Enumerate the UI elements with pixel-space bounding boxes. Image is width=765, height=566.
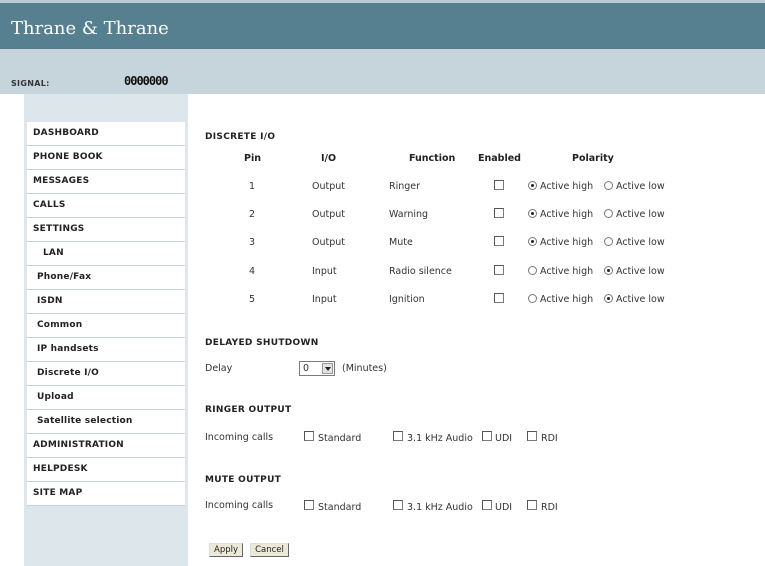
sidebar-item-common[interactable]: Common xyxy=(27,314,185,338)
delayed-shutdown-title: DELAYED SHUTDOWN xyxy=(205,338,319,348)
pin-5-function: Ignition xyxy=(389,294,425,305)
pin-3-function: Mute xyxy=(389,237,413,248)
sidebar-item-site-map[interactable]: SITE MAP xyxy=(27,482,185,506)
pin-4-io: Input xyxy=(312,266,337,277)
pin-3-enabled-checkbox[interactable] xyxy=(494,236,504,246)
signal-strength-indicator: 0000000 xyxy=(124,74,169,88)
pin-2-polarity-low[interactable]: Active low xyxy=(604,209,665,220)
pin-3-polarity-high[interactable]: Active high xyxy=(528,237,593,248)
pin-5-polarity-high[interactable]: Active high xyxy=(528,294,593,305)
ringer-incoming-calls-label: Incoming calls xyxy=(205,432,274,443)
pin-4-number: 4 xyxy=(249,266,256,277)
radio-icon xyxy=(528,181,537,190)
sidebar-item-satellite-selection[interactable]: Satellite selection xyxy=(27,410,185,434)
pin-3-polarity-low[interactable]: Active low xyxy=(604,237,665,248)
pin-1-number: 1 xyxy=(249,181,256,192)
sidebar-item-administration[interactable]: ADMINISTRATION xyxy=(27,434,185,458)
pin-3-number: 3 xyxy=(249,237,256,248)
pin-2-io: Output xyxy=(312,209,345,220)
pin-5-number: 5 xyxy=(249,294,256,305)
pin-4-polarity-high[interactable]: Active high xyxy=(528,266,593,277)
delay-label: Delay xyxy=(205,363,233,374)
cancel-button[interactable]: Cancel xyxy=(250,543,289,557)
sidebar-item-calls[interactable]: CALLS xyxy=(27,194,185,218)
pin-2-number: 2 xyxy=(249,209,256,220)
pin-1-polarity-low[interactable]: Active low xyxy=(604,181,665,192)
header-banner: Thrane & Thrane xyxy=(0,3,765,49)
mute-standard-label: Standard xyxy=(318,502,362,513)
pin-4-polarity-low[interactable]: Active low xyxy=(604,266,665,277)
radio-icon xyxy=(528,294,537,303)
radio-icon xyxy=(528,237,537,246)
sidebar-menu: DASHBOARD PHONE BOOK MESSAGES CALLS SETT… xyxy=(27,122,185,506)
pin-5-io: Input xyxy=(312,294,337,305)
ringer-audio-checkbox[interactable] xyxy=(393,431,403,441)
mute-incoming-calls-label: Incoming calls xyxy=(205,500,274,511)
radio-icon xyxy=(604,209,613,218)
radio-icon xyxy=(528,266,537,275)
col-header-pin: Pin xyxy=(244,153,261,164)
sidebar-item-phone-fax[interactable]: Phone/Fax xyxy=(27,266,185,290)
radio-icon xyxy=(604,181,613,190)
mute-udi-label: UDI xyxy=(495,502,513,513)
logo: Thrane & Thrane xyxy=(11,18,169,39)
mute-rdi-label: RDI xyxy=(541,502,558,513)
ringer-udi-checkbox[interactable] xyxy=(482,431,492,441)
col-header-function: Function xyxy=(409,153,456,164)
signal-label: SIGNAL: xyxy=(11,79,50,88)
pin-1-polarity-high[interactable]: Active high xyxy=(528,181,593,192)
pin-1-function: Ringer xyxy=(389,181,421,192)
sidebar-item-dashboard[interactable]: DASHBOARD xyxy=(27,122,185,146)
chevron-down-icon xyxy=(322,363,333,374)
mute-udi-checkbox[interactable] xyxy=(482,500,492,510)
ringer-audio-label: 3.1 kHz Audio xyxy=(407,433,473,444)
pin-2-function: Warning xyxy=(389,209,429,220)
pin-2-enabled-checkbox[interactable] xyxy=(494,208,504,218)
delay-unit: (Minutes) xyxy=(342,363,387,374)
mute-rdi-checkbox[interactable] xyxy=(527,500,537,510)
delay-select[interactable]: 0 xyxy=(299,361,335,376)
pin-1-io: Output xyxy=(312,181,345,192)
sidebar-item-helpdesk[interactable]: HELPDESK xyxy=(27,458,185,482)
ringer-output-title: RINGER OUTPUT xyxy=(205,405,292,415)
ringer-standard-checkbox[interactable] xyxy=(304,431,314,441)
mute-audio-label: 3.1 kHz Audio xyxy=(407,502,473,513)
delay-value: 0 xyxy=(303,363,310,374)
radio-icon xyxy=(528,209,537,218)
mute-audio-checkbox[interactable] xyxy=(393,500,403,510)
pin-5-polarity-low[interactable]: Active low xyxy=(604,294,665,305)
col-header-polarity: Polarity xyxy=(572,153,614,164)
mute-output-title: MUTE OUTPUT xyxy=(205,475,282,485)
sidebar-item-settings[interactable]: SETTINGS xyxy=(27,218,185,242)
radio-icon xyxy=(604,294,613,303)
sidebar-item-upload[interactable]: Upload xyxy=(27,386,185,410)
pin-5-enabled-checkbox[interactable] xyxy=(494,293,504,303)
sidebar-item-ip-handsets[interactable]: IP handsets xyxy=(27,338,185,362)
pin-2-polarity-high[interactable]: Active high xyxy=(528,209,593,220)
sidebar-item-lan[interactable]: LAN xyxy=(27,242,185,266)
col-header-io: I/O xyxy=(321,153,337,164)
ringer-standard-label: Standard xyxy=(318,433,362,444)
radio-icon xyxy=(604,237,613,246)
signal-bar: SIGNAL: 0000000 xyxy=(0,49,765,94)
ringer-udi-label: UDI xyxy=(495,433,513,444)
radio-icon xyxy=(604,266,613,275)
ringer-rdi-checkbox[interactable] xyxy=(527,431,537,441)
pin-4-enabled-checkbox[interactable] xyxy=(494,265,504,275)
ringer-rdi-label: RDI xyxy=(541,433,558,444)
apply-button[interactable]: Apply xyxy=(209,543,243,557)
pin-3-io: Output xyxy=(312,237,345,248)
pin-4-function: Radio silence xyxy=(389,266,452,277)
mute-standard-checkbox[interactable] xyxy=(304,500,314,510)
pin-1-enabled-checkbox[interactable] xyxy=(494,180,504,190)
sidebar-item-messages[interactable]: MESSAGES xyxy=(27,170,185,194)
sidebar-item-discrete-io[interactable]: Discrete I/O xyxy=(27,362,185,386)
discrete-io-title: DISCRETE I/O xyxy=(205,132,276,142)
col-header-enabled: Enabled xyxy=(478,153,521,164)
sidebar-item-isdn[interactable]: ISDN xyxy=(27,290,185,314)
sidebar-item-phone-book[interactable]: PHONE BOOK xyxy=(27,146,185,170)
